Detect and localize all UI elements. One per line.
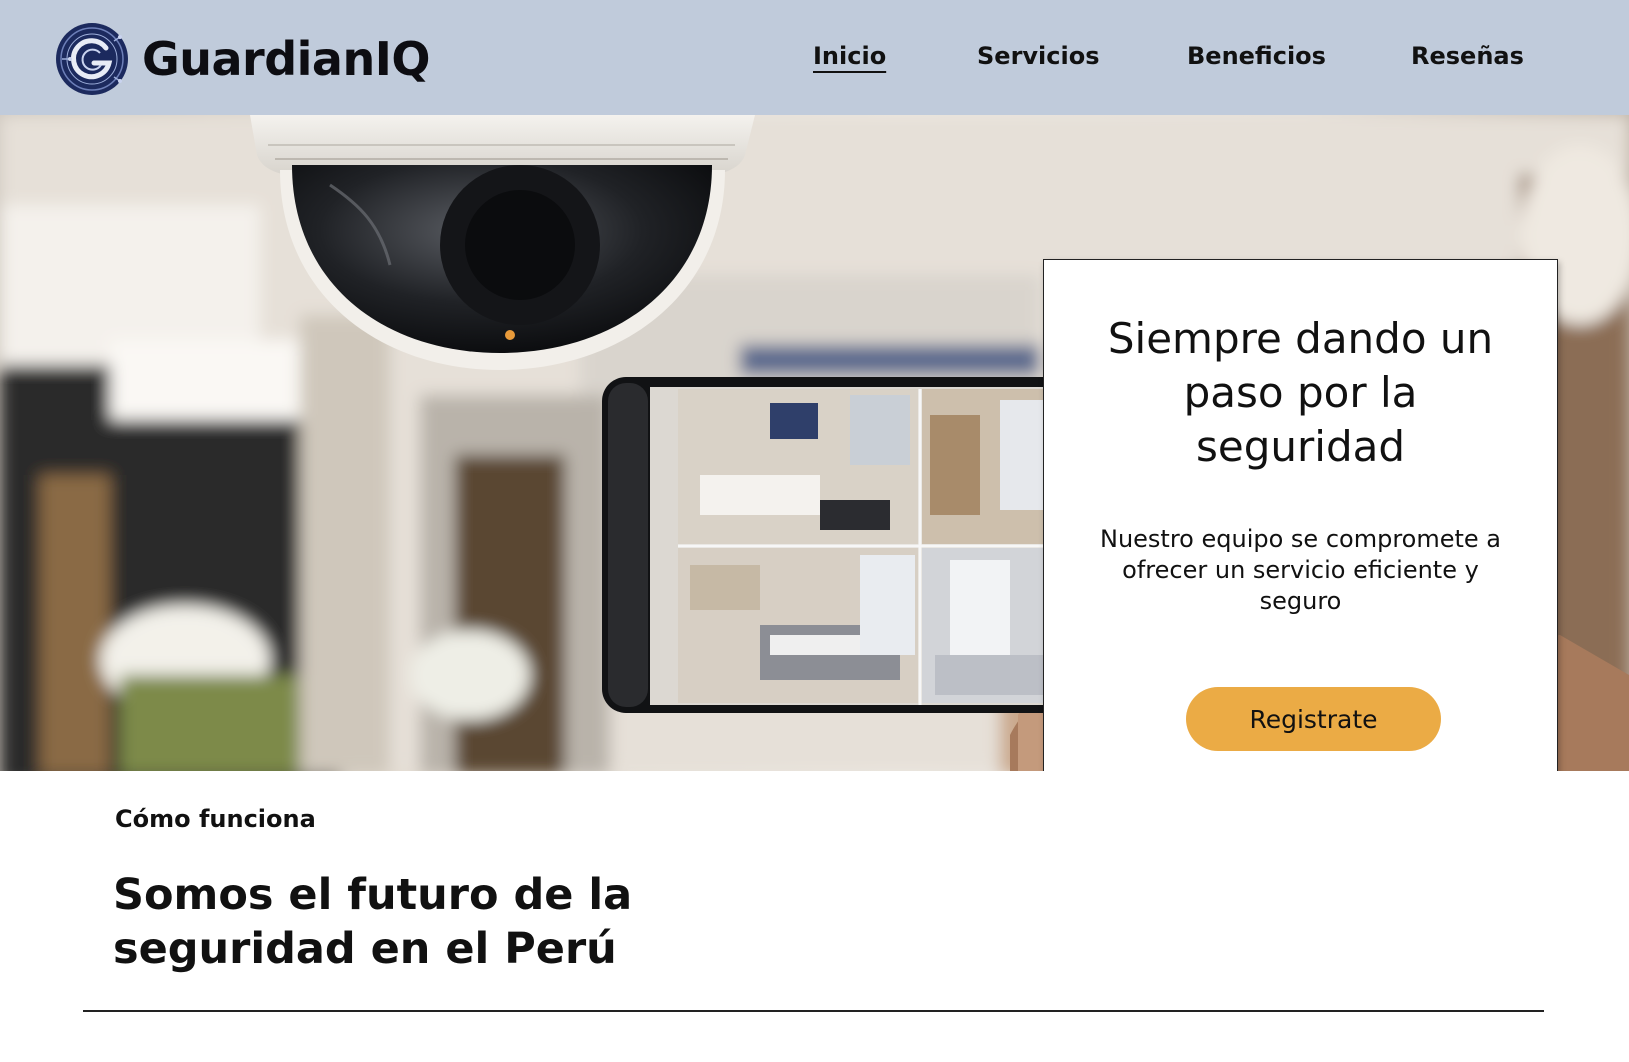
register-button[interactable]: Registrate <box>1186 687 1441 751</box>
hero-banner: Siempre dando un paso por la seguridad N… <box>0 115 1629 771</box>
nav-link-servicios[interactable]: Servicios <box>977 42 1100 70</box>
site-header: GuardianIQ Inicio Servicios Beneficios R… <box>0 0 1629 115</box>
g-circuit-logo-icon <box>56 23 128 95</box>
hero-title: Siempre dando un paso por la seguridad <box>1107 314 1494 471</box>
nav-link-beneficios[interactable]: Beneficios <box>1187 42 1326 70</box>
section-title: Somos el futuro de la seguridad en el Pe… <box>113 870 633 974</box>
nav-link-inicio[interactable]: Inicio <box>813 42 886 70</box>
hero-card: Siempre dando un paso por la seguridad N… <box>1043 259 1558 771</box>
brand-logo[interactable]: GuardianIQ <box>54 21 430 97</box>
nav-link-resenas[interactable]: Reseñas <box>1411 42 1524 70</box>
section-divider <box>83 1010 1544 1012</box>
section-label: Cómo funciona <box>115 805 316 833</box>
brand-name: GuardianIQ <box>142 32 430 86</box>
hero-description: Nuestro equipo se compromete a ofrecer u… <box>1100 525 1501 615</box>
